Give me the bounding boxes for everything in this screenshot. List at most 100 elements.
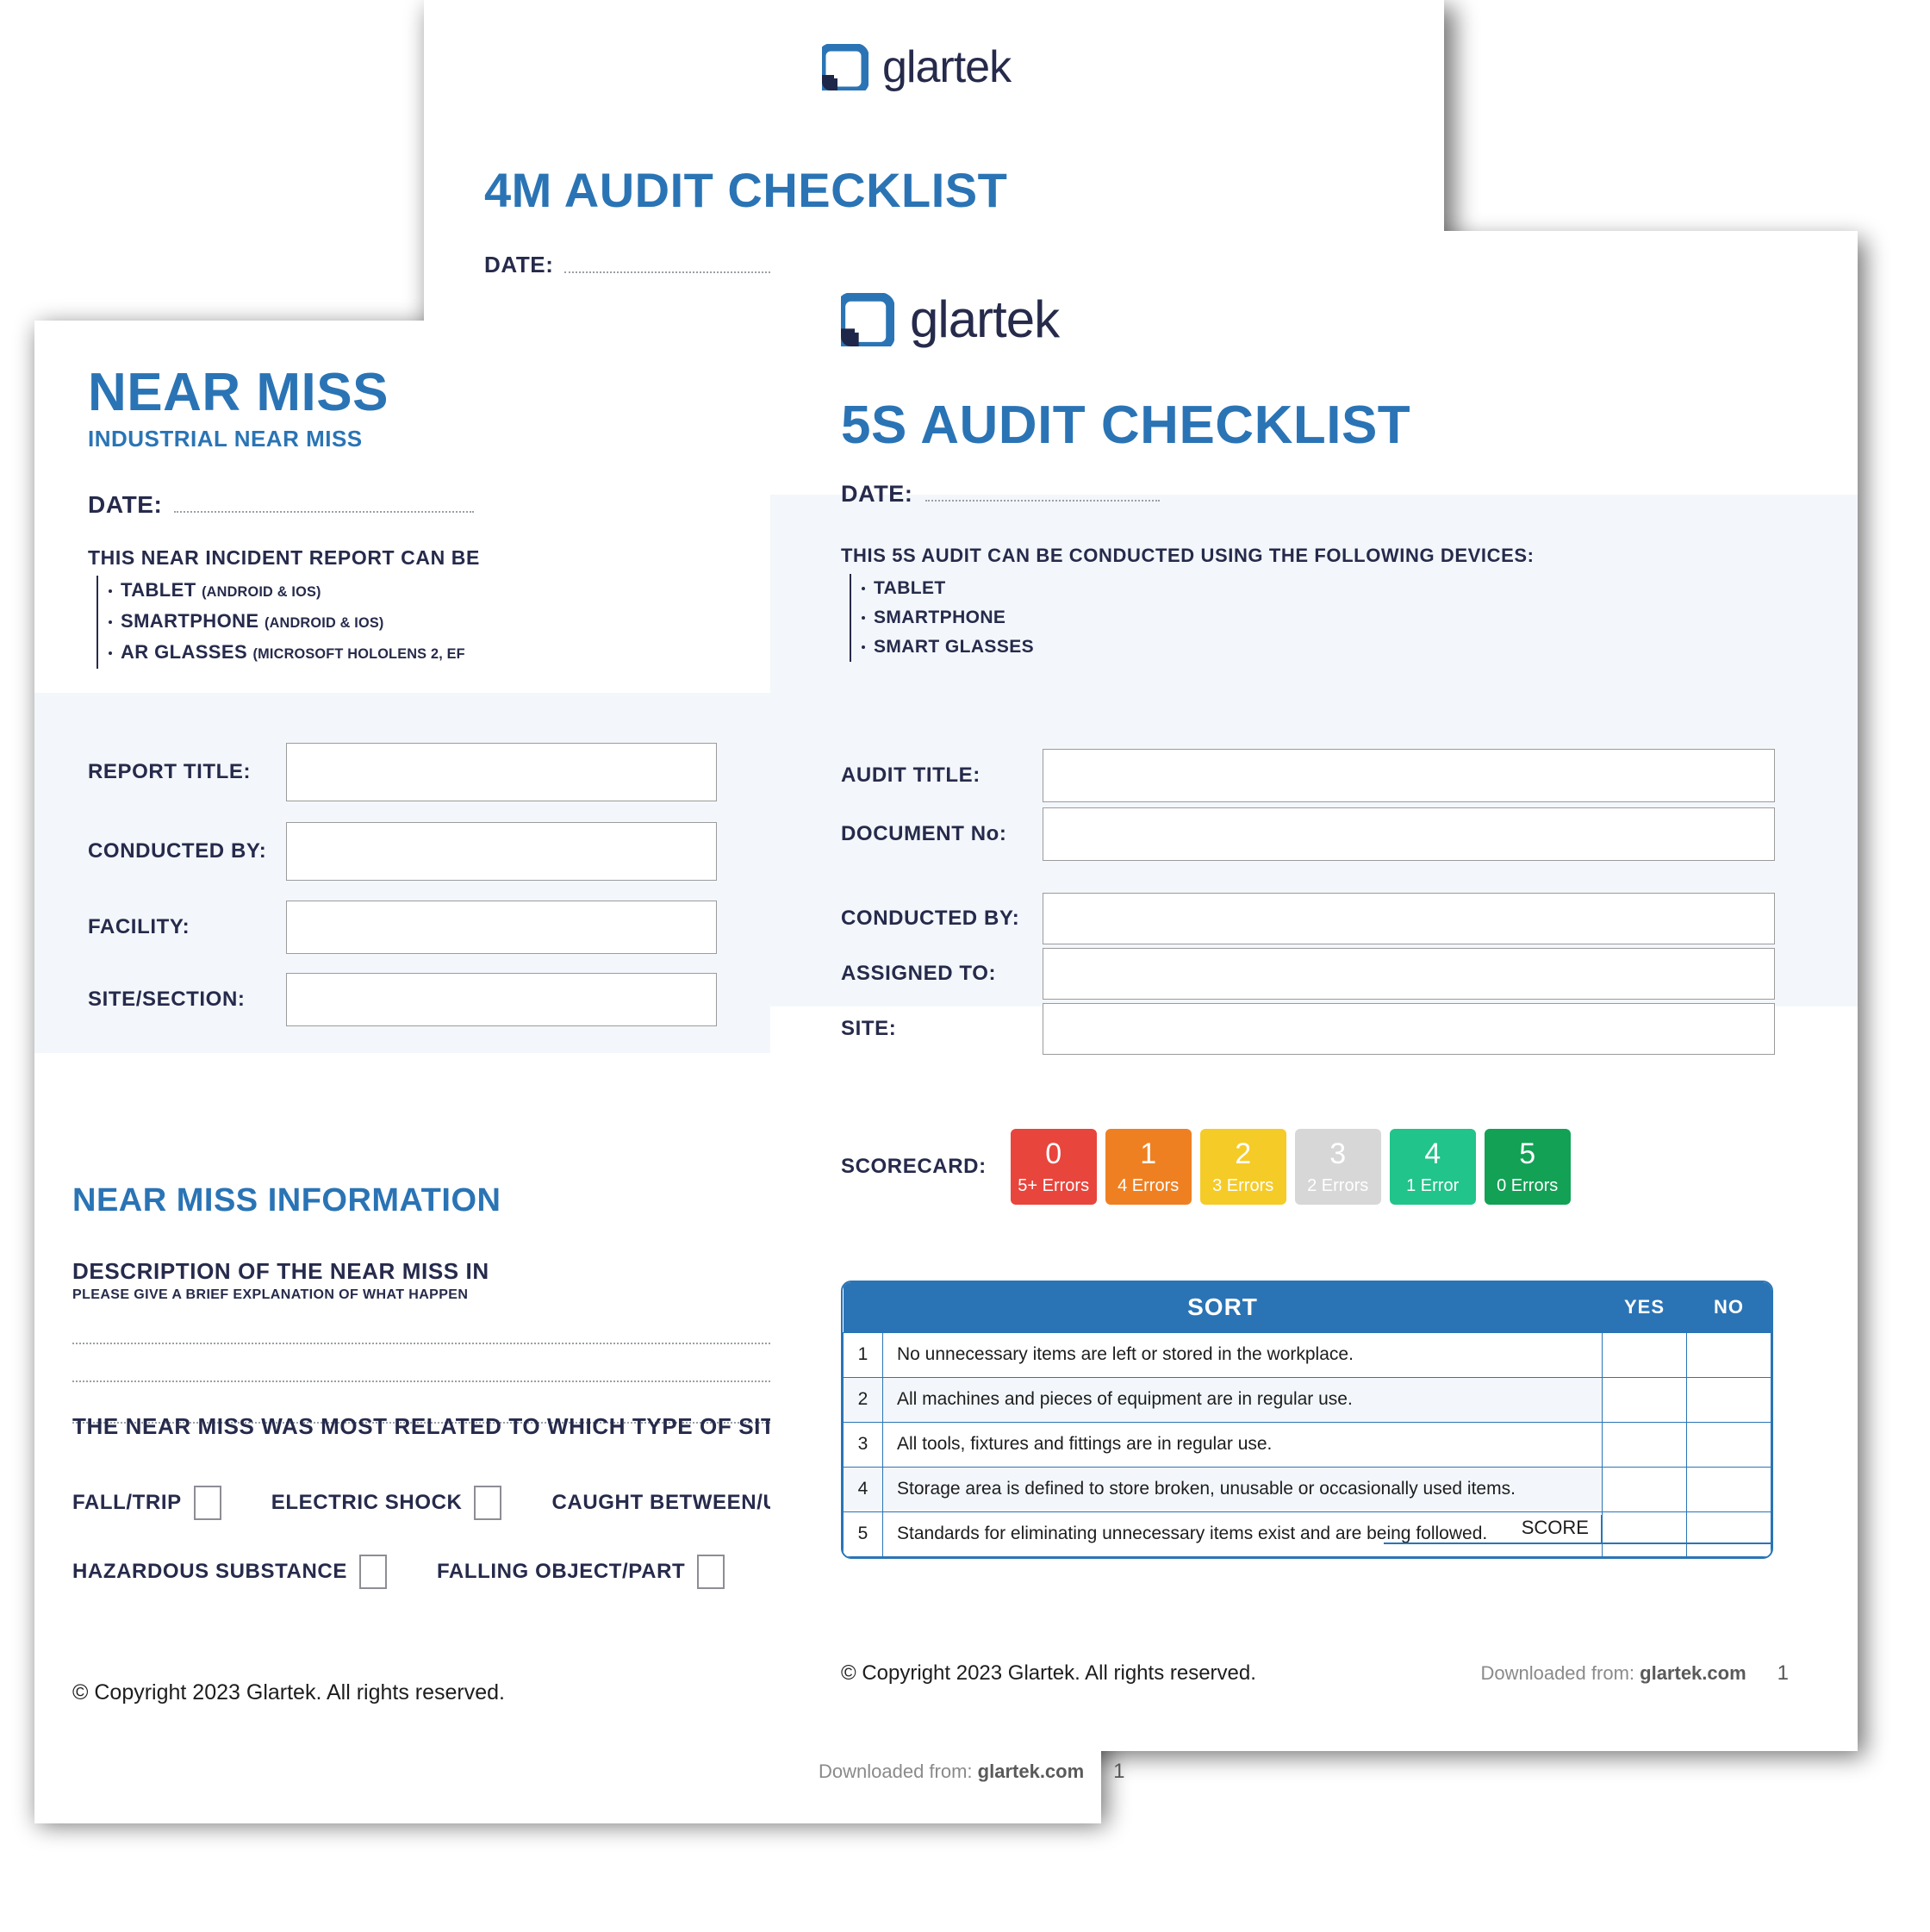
row-no-cell[interactable] — [1686, 1331, 1771, 1378]
devices-intro-5s-top: THIS 5S AUDIT CAN BE CONDUCTED USING THE… — [841, 545, 1535, 566]
field-input-report-title[interactable] — [286, 743, 717, 801]
field-label-audit-title-5s: AUDIT TITLE: — [841, 763, 981, 787]
row-text: All machines and pieces of equipment are… — [882, 1376, 1603, 1423]
score-label: SCORE — [1384, 1517, 1601, 1544]
date-row-4m: DATE: — [484, 252, 794, 278]
situation-label-hazardous-substance: HAZARDOUS SUBSTANCE — [72, 1560, 347, 1583]
scorecard-chip-number: 3 — [1329, 1137, 1347, 1170]
row-number: 2 — [843, 1376, 883, 1423]
field-label-site-5s: SITE: — [841, 1017, 897, 1040]
field-label-assigned-to-5s: ASSIGNED TO: — [841, 962, 997, 985]
glartek-wordmark-4m: glartek — [882, 42, 1012, 92]
scorecard-chip-5[interactable]: 5 0 Errors — [1484, 1129, 1571, 1205]
row-yes-cell[interactable] — [1602, 1331, 1687, 1378]
footer-downloaded-4m-strip: Downloaded from: glartek.com 1 — [819, 1760, 1180, 1784]
device-item-5s: TABLET — [851, 574, 1211, 603]
footer-copyright-near-miss: © Copyright 2023 Glartek. All rights res… — [72, 1680, 505, 1705]
sort-table-col-no: NO — [1686, 1282, 1771, 1332]
scorecard-chip-errors: 5+ Errors — [1018, 1176, 1090, 1195]
document-5s-audit-checklist[interactable]: glartek 5S AUDIT CHECKLIST DATE: THIS 5S… — [770, 231, 1858, 1751]
scorecard-chip-number: 2 — [1235, 1137, 1252, 1170]
table-row[interactable]: 2 All machines and pieces of equipment a… — [843, 1376, 1771, 1423]
field-input-conducted-by-nm[interactable] — [286, 822, 717, 881]
devices-list-near-miss: TABLET (ANDROID & IOS) SMARTPHONE (ANDRO… — [96, 576, 579, 669]
date-line-5s[interactable] — [925, 500, 1160, 502]
checkbox-electric-shock[interactable] — [474, 1486, 502, 1520]
field-input-facility[interactable] — [286, 901, 717, 954]
devices-intro-near-miss: THIS NEAR INCIDENT REPORT CAN BE — [88, 546, 480, 569]
scorecard-chips: 0 5+ Errors 1 4 Errors 2 3 Errors 3 2 Er… — [1010, 1129, 1571, 1205]
sort-table-title: SORT — [843, 1282, 1603, 1332]
field-input-site-section[interactable] — [286, 973, 717, 1026]
situation-question: THE NEAR MISS WAS MOST RELATED TO WHICH … — [72, 1413, 877, 1439]
footer-page-number-5s: 1 — [1777, 1661, 1789, 1685]
device-detail: (ANDROID & IOS) — [202, 584, 321, 600]
row-yes-cell[interactable] — [1602, 1376, 1687, 1423]
device-item-5s: SMART GLASSES — [851, 633, 1211, 662]
footer-downloaded-label: Downloaded from: — [819, 1761, 973, 1782]
scorecard-chip-number: 5 — [1519, 1137, 1536, 1170]
row-number: 4 — [843, 1466, 883, 1512]
date-line-near-miss[interactable] — [174, 511, 474, 513]
description-heading: DESCRIPTION OF THE NEAR MISS IN — [72, 1258, 489, 1284]
table-row[interactable]: 4 Storage area is defined to store broke… — [843, 1466, 1771, 1512]
glartek-square-logo-icon — [818, 43, 869, 95]
scorecard-chip-0[interactable]: 0 5+ Errors — [1010, 1129, 1097, 1205]
row-number: 5 — [843, 1511, 883, 1557]
footer-site-link[interactable]: glartek.com — [978, 1761, 1085, 1782]
scorecard-chip-errors: 0 Errors — [1497, 1176, 1559, 1195]
row-no-cell[interactable] — [1686, 1376, 1771, 1423]
row-yes-cell[interactable] — [1602, 1421, 1687, 1468]
document-stack-scene: glartek 4M AUDIT CHECKLIST DATE: THIS 4M… — [0, 0, 1930, 1932]
situation-row-1: FALL/TRIP ELECTRIC SHOCK CAUGHT BETWEEN/… — [72, 1486, 879, 1520]
scorecard-chip-number: 4 — [1424, 1137, 1441, 1170]
checkbox-hazardous-substance[interactable] — [358, 1555, 387, 1589]
row-yes-cell[interactable] — [1602, 1466, 1687, 1512]
checkbox-fall-trip[interactable] — [193, 1486, 221, 1520]
scorecard-chip-number: 0 — [1045, 1137, 1062, 1170]
page-title-4m: 4M AUDIT CHECKLIST — [484, 163, 1008, 217]
scorecard-chip-2[interactable]: 2 3 Errors — [1199, 1129, 1286, 1205]
glartek-wordmark-5s: glartek — [910, 290, 1060, 348]
device-detail: (MICROSOFT HOLOLENS 2, EF — [252, 646, 465, 662]
scorecard-chip-errors: 1 Error — [1406, 1176, 1460, 1195]
row-text: All tools, fixtures and fittings are in … — [882, 1421, 1603, 1468]
score-value-box[interactable] — [1601, 1515, 1773, 1544]
situation-label-electric-shock: ELECTRIC SHOCK — [271, 1491, 463, 1514]
scorecard-section: SCORECARD: 0 5+ Errors 1 4 Errors 2 3 Er… — [841, 1129, 1789, 1205]
description-subtext: PLEASE GIVE A BRIEF EXPLANATION OF WHAT … — [72, 1287, 469, 1302]
scorecard-chip-1[interactable]: 1 4 Errors — [1105, 1129, 1192, 1205]
footer-site-link[interactable]: glartek.com — [1640, 1662, 1746, 1684]
field-input-conducted-by-5s[interactable] — [1043, 893, 1775, 944]
row-no-cell[interactable] — [1686, 1466, 1771, 1512]
table-row[interactable]: 3 All tools, fixtures and fittings are i… — [843, 1421, 1771, 1468]
sort-table-header-row: SORT YES NO — [843, 1282, 1771, 1332]
checkbox-falling-object-part[interactable] — [697, 1555, 725, 1589]
scorecard-chip-3[interactable]: 3 2 Errors — [1294, 1129, 1381, 1205]
date-label-4m: DATE: — [484, 252, 554, 277]
date-line-4m[interactable] — [563, 271, 794, 273]
field-input-audit-title-5s[interactable] — [1043, 749, 1775, 802]
devices-list-5s-top: TABLET SMARTPHONE SMART GLASSES — [850, 574, 1211, 662]
scorecard-chip-errors: 2 Errors — [1307, 1176, 1369, 1195]
device-name: AR GLASSES — [121, 641, 248, 663]
field-input-document-no-5s[interactable] — [1043, 807, 1775, 861]
row-no-cell[interactable] — [1686, 1421, 1771, 1468]
table-row[interactable]: 1 No unnecessary items are left or store… — [843, 1331, 1771, 1378]
field-input-assigned-to-5s[interactable] — [1043, 948, 1775, 1000]
row-text: No unnecessary items are left or stored … — [882, 1331, 1603, 1378]
footer-page-number-4m: 1 — [1113, 1760, 1125, 1783]
scorecard-chip-4[interactable]: 4 1 Error — [1389, 1129, 1476, 1205]
glartek-square-logo-icon — [836, 291, 895, 351]
date-row-near-miss: DATE: — [88, 491, 474, 519]
field-input-site-5s[interactable] — [1043, 1003, 1775, 1055]
device-detail: (ANDROID & IOS) — [264, 615, 384, 631]
situation-label-falling-object-part: FALLING OBJECT/PART — [436, 1560, 686, 1583]
glartek-logo-4m: glartek — [818, 41, 1012, 95]
sort-table-col-yes: YES — [1602, 1282, 1687, 1332]
footer-downloaded-label: Downloaded from: — [1480, 1662, 1635, 1684]
device-item-near-miss: AR GLASSES (MICROSOFT HOLOLENS 2, EF — [98, 638, 579, 669]
scorecard-chip-errors: 4 Errors — [1118, 1176, 1180, 1195]
page-title-near-miss: NEAR MISS — [88, 363, 389, 422]
scorecard-label: SCORECARD: — [841, 1155, 987, 1178]
